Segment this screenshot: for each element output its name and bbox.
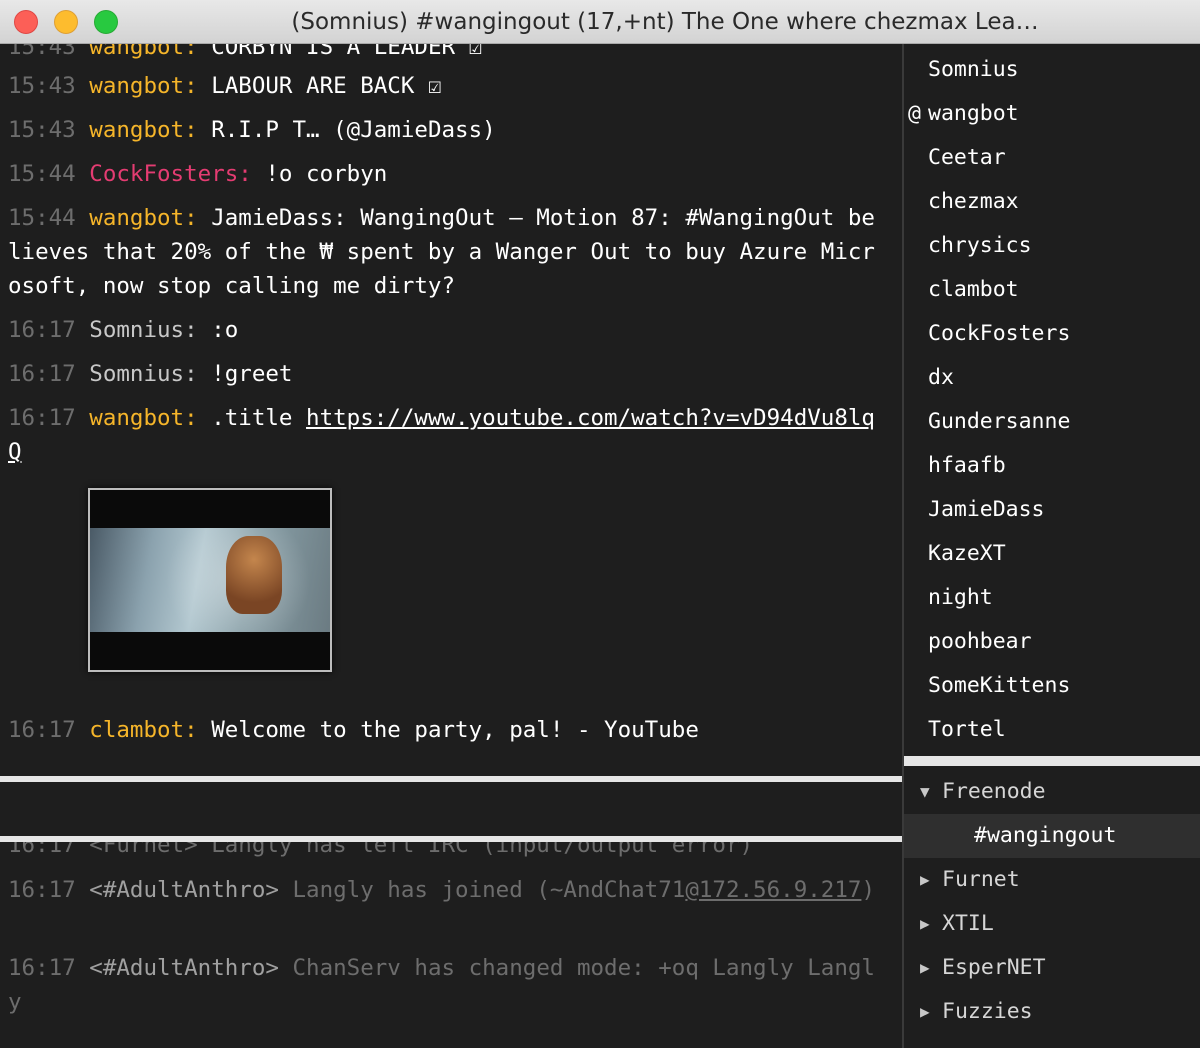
close-window-button[interactable] — [14, 10, 38, 34]
chat-message: 16:17 wangbot: .title https://www.youtub… — [8, 405, 875, 465]
chat-message: 15:43 wangbot: LABOUR ARE BACK ☑ — [8, 73, 442, 99]
user-item[interactable]: Somnius — [928, 55, 1019, 85]
nick[interactable]: wangbot: — [89, 73, 197, 99]
server-log-line: 16:17 <#AdultAnthro> ChanServ has change… — [8, 955, 875, 1015]
chat-message: 15:44 wangbot: JamieDass: WangingOut — M… — [8, 205, 875, 299]
user-item[interactable]: night — [928, 583, 993, 613]
user-item[interactable]: dx — [928, 363, 954, 393]
glass-shatter — [130, 528, 310, 632]
channel-wangingout[interactable]: #wangingout — [904, 814, 1200, 858]
minimize-window-button[interactable] — [54, 10, 78, 34]
user-item[interactable]: SomeKittens — [928, 671, 1070, 701]
maximize-window-button[interactable] — [94, 10, 118, 34]
user-item[interactable]: KazeXT — [928, 539, 1006, 569]
nick[interactable]: Somnius: — [89, 317, 197, 343]
chat-message: 15:43 wangbot: R.I.P T… (@JamieDass) — [8, 117, 496, 143]
server-log-line: 16:17 <#AdultAnthro> Langly has joined (… — [8, 877, 875, 903]
server-log-line: 16:17 <Furnet> Langly has left IRC (inpu… — [8, 842, 754, 858]
nick[interactable]: Somnius: — [89, 361, 197, 387]
window-title: (Somnius) #wangingout (17,+nt) The One w… — [291, 9, 1039, 35]
chat-message: 15:44 CockFosters: !o corbyn — [8, 161, 388, 187]
video-figure — [226, 536, 282, 614]
nick[interactable]: clambot: — [89, 717, 197, 743]
nick[interactable]: CockFosters: — [89, 161, 252, 187]
user-item[interactable]: Tortel — [928, 715, 1006, 745]
network-freenode[interactable]: ▼ Freenode — [904, 770, 1200, 814]
nick[interactable]: wangbot: — [89, 117, 197, 143]
network-furnet[interactable]: ▶ Furnet — [904, 858, 1200, 902]
title-bar: (Somnius) #wangingout (17,+nt) The One w… — [0, 0, 1200, 44]
user-item[interactable]: hfaafb — [928, 451, 1006, 481]
user-item[interactable]: JamieDass — [928, 495, 1045, 525]
user-item[interactable]: Gundersanne — [928, 407, 1070, 437]
triangle-right-icon[interactable]: ▶ — [920, 990, 930, 1034]
youtube-thumbnail-preview[interactable] — [88, 488, 332, 672]
chat-message: 16:17 Somnius: !greet — [8, 361, 293, 387]
network-tree[interactable]: ▼ Freenode #wangingout ▶ Furnet ▶ XTIL ▶… — [904, 766, 1200, 1048]
user-item[interactable]: chrysics — [928, 231, 1032, 261]
chat-message: 16:17 Somnius: :o — [8, 317, 239, 343]
nick[interactable]: wangbot: — [89, 405, 197, 431]
user-item[interactable]: Ceetar — [928, 143, 1006, 173]
operator-badge: @ — [908, 101, 921, 126]
triangle-down-icon[interactable]: ▼ — [920, 770, 930, 814]
chat-message: 15:43 wangbot: CORBYN IS A LEADER ☑ — [8, 44, 483, 60]
chat-log[interactable]: 15:43 wangbot: CORBYN IS A LEADER ☑ 15:4… — [0, 44, 902, 776]
network-fuzzies[interactable]: ▶ Fuzzies — [904, 990, 1200, 1034]
user-item[interactable]: chezmax — [928, 187, 1019, 217]
user-item[interactable]: CockFosters — [928, 319, 1070, 349]
triangle-right-icon[interactable]: ▶ — [920, 902, 930, 946]
user-item[interactable]: @ wangbot — [908, 99, 1019, 129]
nick[interactable]: wangbot: — [89, 205, 197, 231]
chat-message: 16:17 clambot: Welcome to the party, pal… — [8, 717, 699, 743]
host-link[interactable]: @172.56.9.217 — [685, 877, 861, 903]
user-item[interactable]: poohbear — [928, 627, 1032, 657]
user-list[interactable]: Somnius @ wangbot Ceetar chezmax chrysics… — [904, 44, 1200, 756]
message-input[interactable] — [0, 782, 902, 836]
triangle-right-icon[interactable]: ▶ — [920, 858, 930, 902]
network-espernet[interactable]: ▶ EsperNET — [904, 946, 1200, 990]
triangle-right-icon[interactable]: ▶ — [920, 946, 930, 990]
network-xtil[interactable]: ▶ XTIL — [904, 902, 1200, 946]
sidebar-divider[interactable] — [904, 756, 1200, 766]
user-item[interactable]: clambot — [928, 275, 1019, 305]
server-log[interactable]: 16:17 <Furnet> Langly has left IRC (inpu… — [0, 842, 902, 1048]
